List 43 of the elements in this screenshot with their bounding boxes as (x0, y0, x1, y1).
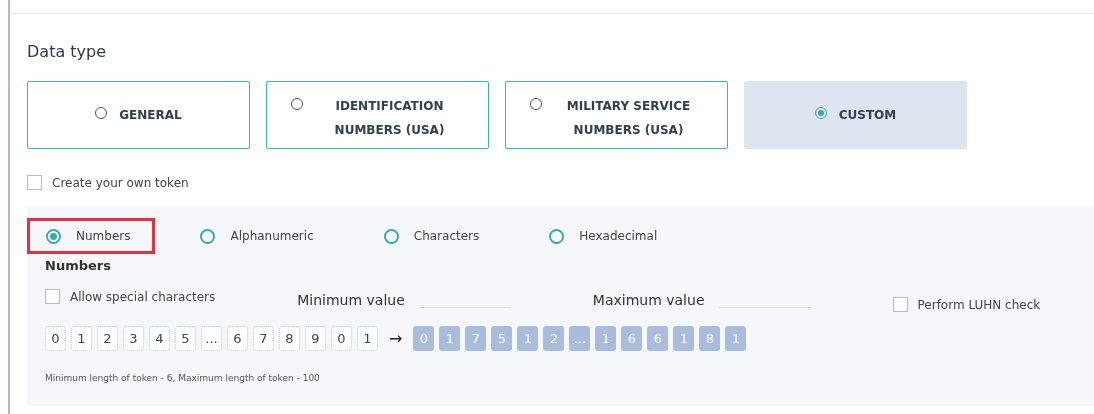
format-radio[interactable]: Characters (364, 218, 505, 254)
token-char: 1 (725, 326, 747, 351)
source-char: 5 (175, 326, 196, 351)
special-chars-checkbox[interactable]: Allow special characters (45, 289, 216, 304)
format-radio[interactable]: Numbers (27, 218, 156, 254)
format-radio[interactable]: Alphanumeric (181, 218, 339, 254)
source-char: 9 (305, 326, 326, 351)
source-char: 4 (149, 326, 170, 351)
source-char: 0 (331, 326, 352, 351)
token-char: 2 (543, 326, 565, 351)
source-char: 1 (71, 326, 92, 351)
token-char: 7 (465, 326, 487, 351)
data-type-option[interactable]: GENERAL (27, 81, 250, 149)
source-char: 0 (45, 326, 66, 351)
token-char: 6 (647, 326, 669, 351)
format-title: Numbers (45, 258, 112, 273)
token-char: 1 (517, 326, 539, 351)
token-char: 6 (621, 326, 643, 351)
data-type-option[interactable]: CUSTOM (744, 81, 967, 149)
data-type-option[interactable]: IDENTIFICATION NUMBERS (USA) (266, 81, 489, 149)
format-radio[interactable]: Hexadecimal (530, 218, 683, 254)
token-char: 5 (491, 326, 513, 351)
min-value-label: Minimum value (297, 292, 405, 308)
token-char: 1 (595, 326, 617, 351)
source-char: 6 (227, 326, 248, 351)
token-char: 0 (413, 326, 435, 351)
source-char: 8 (279, 326, 300, 351)
section-title: Data type (27, 42, 108, 61)
source-char: 3 (123, 326, 144, 351)
token-char: 1 (439, 326, 461, 351)
data-type-option[interactable]: MILITARY SERVICE NUMBERS (USA) (505, 81, 728, 149)
source-char: 7 (253, 326, 274, 351)
max-value-label: Maximum value (592, 292, 705, 308)
source-char: ... (201, 326, 222, 351)
token-char: 1 (673, 326, 695, 351)
arrow-icon: → (389, 329, 403, 348)
create-token-checkbox[interactable]: Create your own token (27, 175, 1094, 190)
length-hint: Minimum length of token - 6, Maximum length of token - 100 (45, 373, 321, 383)
luhn-checkbox[interactable]: Perform LUHN check (892, 297, 1041, 312)
source-char: 2 (97, 326, 118, 351)
token-char: ... (569, 326, 591, 351)
token-char: 8 (699, 326, 721, 351)
source-char: 1 (357, 326, 378, 351)
